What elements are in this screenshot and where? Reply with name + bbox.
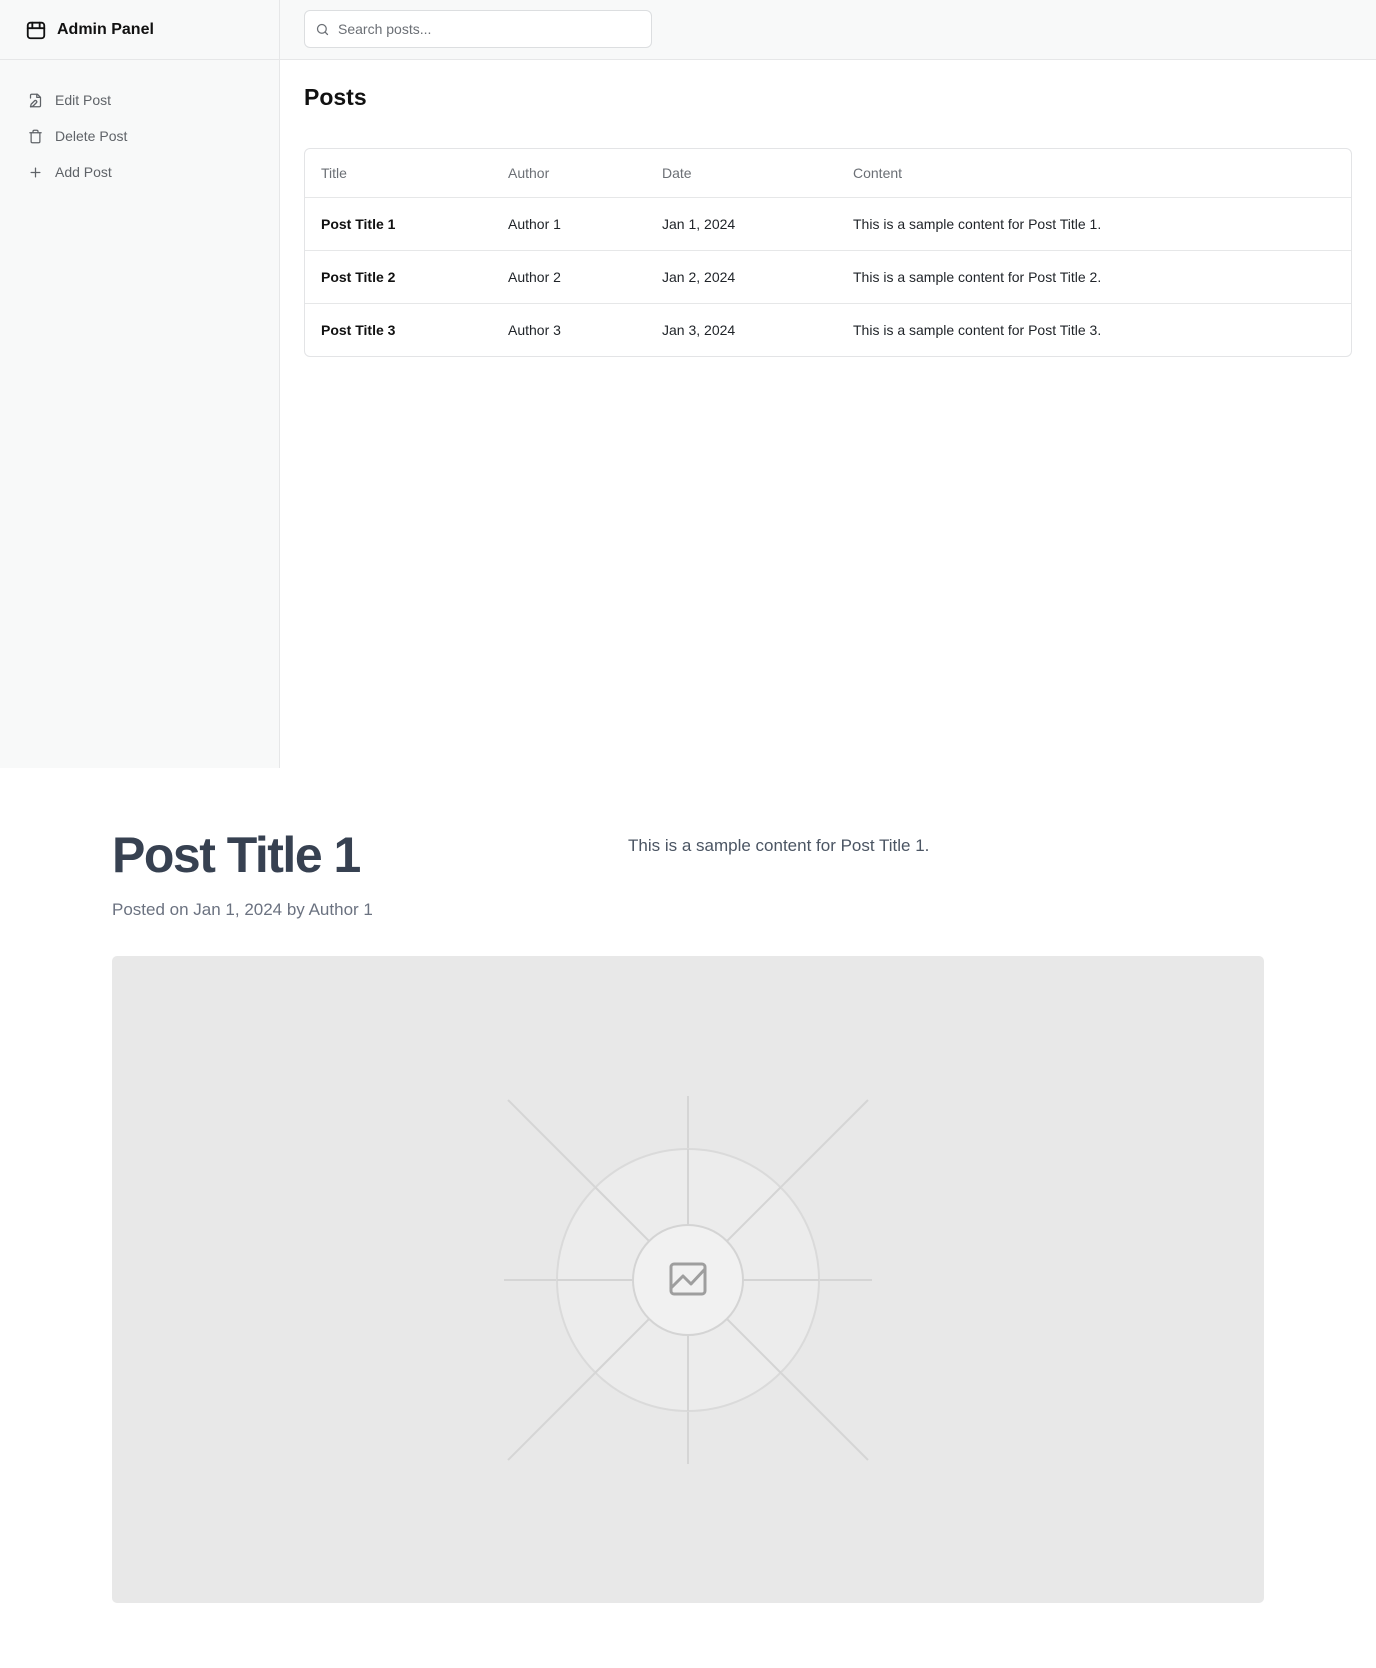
- column-header-title[interactable]: Title: [305, 149, 492, 198]
- sidebar-item-label: Add Post: [55, 164, 112, 180]
- cell-title: Post Title 1: [305, 197, 492, 251]
- search-input[interactable]: [338, 21, 628, 37]
- topbar: [280, 0, 1376, 60]
- page-title: Posts: [304, 84, 367, 110]
- trash-icon: [28, 129, 43, 144]
- cell-author: Author 3: [508, 322, 561, 338]
- cell-author: Author 2: [492, 250, 646, 304]
- sidebar-nav: Edit Post Delete Post Add Post: [0, 60, 279, 190]
- posts-table: Title Author Date Content Post Title 1 A…: [305, 149, 1351, 356]
- cell-date: Jan 2, 2024: [646, 250, 837, 304]
- post-image-placeholder: [112, 956, 1264, 1603]
- post-meta: Posted on Jan 1, 2024 by Author 1: [112, 900, 373, 919]
- cell-content: This is a sample content for Post Title …: [853, 322, 1102, 338]
- sidebar-item-add-post[interactable]: Add Post: [0, 154, 279, 190]
- sidebar-item-label: Delete Post: [55, 128, 128, 144]
- brand-title: Admin Panel: [57, 20, 154, 38]
- brand[interactable]: Admin Panel: [0, 0, 279, 60]
- admin-layout: Admin Panel Edit Post Delete Post Add Po…: [0, 0, 1376, 768]
- table-row[interactable]: Post Title 3 Author 3 Jan 3, 2024 This i…: [305, 304, 1351, 357]
- storefront-icon: [25, 19, 47, 41]
- table-row[interactable]: Post Title 1 Author 1 Jan 1, 2024 This i…: [305, 197, 1351, 251]
- column-header-author[interactable]: Author: [492, 149, 646, 198]
- file-edit-icon: [28, 93, 43, 108]
- sidebar-item-label: Edit Post: [55, 92, 112, 108]
- cell-content: This is a sample content for Post Title …: [837, 250, 1351, 304]
- posts-table-card: Title Author Date Content Post Title 1 A…: [304, 148, 1352, 357]
- cell-title: Post Title 3: [321, 322, 396, 338]
- search-box[interactable]: [304, 10, 652, 48]
- cell-author: Author 1: [492, 197, 646, 251]
- column-header-date[interactable]: Date: [646, 149, 837, 198]
- sidebar-item-delete-post[interactable]: Delete Post: [0, 118, 279, 154]
- cell-content: This is a sample content for Post Title …: [837, 197, 1351, 251]
- cell-date: Jan 1, 2024: [646, 197, 837, 251]
- column-header-content[interactable]: Content: [837, 149, 1351, 198]
- sidebar: Admin Panel Edit Post Delete Post Add Po…: [0, 0, 280, 768]
- plus-icon: [28, 165, 43, 180]
- table-header-row: Title Author Date Content: [305, 149, 1351, 198]
- cell-title: Post Title 2: [305, 250, 492, 304]
- sidebar-item-edit-post[interactable]: Edit Post: [0, 82, 279, 118]
- search-icon: [315, 22, 330, 37]
- post-content: This is a sample content for Post Title …: [628, 836, 930, 855]
- table-row[interactable]: Post Title 2 Author 2 Jan 2, 2024 This i…: [305, 250, 1351, 304]
- post-title: Post Title 1: [112, 827, 361, 883]
- cell-date: Jan 3, 2024: [662, 322, 736, 338]
